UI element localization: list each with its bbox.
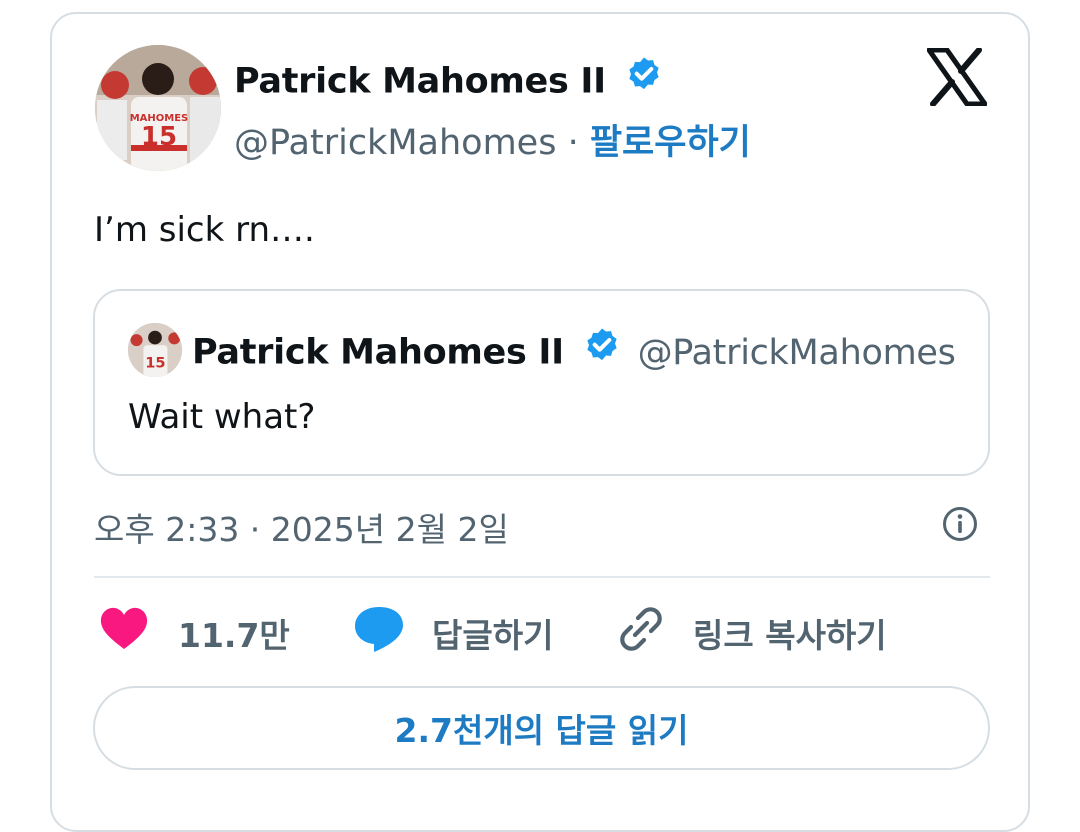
reply-label: 답글하기	[432, 616, 554, 655]
author-handle-row: @PatrickMahomes · 팔로우하기	[234, 114, 751, 165]
heart-icon	[100, 607, 148, 659]
quoted-avatar-jersey-number: 15	[145, 355, 165, 372]
like-button[interactable]: 11.7만	[100, 607, 290, 659]
quoted-verified-badge-icon	[582, 326, 622, 375]
quoted-author-row: Patrick Mahomes II @PatrickMahomes	[192, 326, 956, 378]
reply-button[interactable]: 답글하기	[354, 607, 554, 657]
quoted-avatar[interactable]: 15	[128, 323, 182, 377]
read-replies-button[interactable]: 2.7천개의 답글 읽기	[93, 686, 990, 770]
follow-button[interactable]: 팔로우하기	[590, 123, 751, 163]
author-avatar[interactable]: MAHOMES 15	[95, 45, 221, 171]
quoted-author-name: Patrick Mahomes II	[192, 332, 564, 373]
reply-bubble-icon	[354, 605, 404, 661]
author-name-row[interactable]: Patrick Mahomes II	[234, 55, 664, 107]
quoted-tweet[interactable]: 15 Patrick Mahomes II @PatrickMahomes Wa…	[93, 289, 990, 476]
like-count: 11.7만	[178, 616, 290, 655]
divider	[94, 576, 990, 578]
info-icon[interactable]	[942, 506, 978, 542]
read-replies-label: 2.7천개의 답글 읽기	[394, 711, 689, 750]
x-logo-icon[interactable]	[926, 47, 988, 107]
tweet-timestamp[interactable]: 오후 2:33 · 2025년 2월 2일	[94, 503, 509, 551]
link-icon	[617, 605, 665, 661]
quoted-author-handle: @PatrickMahomes	[637, 332, 956, 373]
author-name[interactable]: Patrick Mahomes II	[234, 62, 606, 102]
copy-link-button[interactable]: 링크 복사하기	[617, 607, 887, 657]
verified-badge-icon	[624, 55, 664, 104]
author-handle[interactable]: @PatrickMahomes	[234, 123, 556, 163]
avatar-jersey-number: 15	[141, 122, 177, 152]
copy-link-label: 링크 복사하기	[693, 616, 887, 655]
tweet-text: I’m sick rn….	[94, 210, 315, 250]
quoted-text: Wait what?	[128, 397, 316, 437]
separator-dot: ·	[567, 123, 579, 163]
